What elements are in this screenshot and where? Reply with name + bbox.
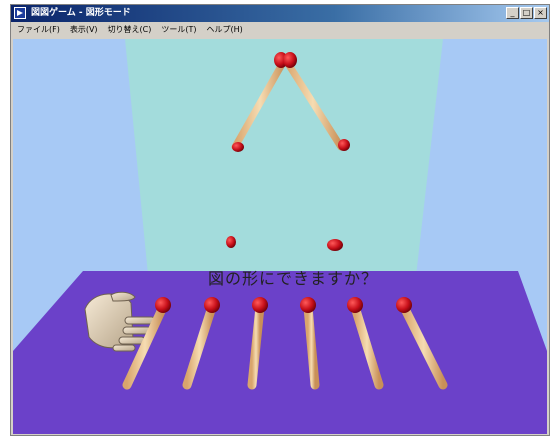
menu-help[interactable]: ヘルプ(H): [207, 22, 243, 38]
close-button[interactable]: ×: [534, 7, 547, 19]
match-head: [396, 297, 412, 313]
match-head: [204, 297, 220, 313]
title-bar[interactable]: 図図ゲーム - 図形モード _ □ ×: [11, 5, 549, 22]
match-head: [347, 297, 363, 313]
match-head: [300, 297, 316, 313]
minimize-button[interactable]: _: [506, 7, 519, 19]
match-head: [155, 297, 171, 313]
window-title: 図図ゲーム - 図形モード: [31, 8, 131, 18]
menu-view[interactable]: 表示(V): [70, 22, 98, 38]
question-text: 図の形にできますか？: [207, 269, 378, 288]
maximize-button[interactable]: □: [520, 7, 533, 19]
floor: [13, 271, 547, 434]
house-match-head: [232, 142, 244, 152]
menu-file[interactable]: ファイル(F): [17, 22, 60, 38]
house-match-head: [283, 52, 297, 68]
game-viewport[interactable]: 図の形にできますか？: [13, 39, 547, 434]
menu-switch[interactable]: 切り替え(C): [108, 22, 152, 38]
puzzle-panel: [125, 39, 443, 285]
scene-canvas[interactable]: [13, 39, 547, 434]
app-icon[interactable]: [14, 7, 26, 19]
menu-tools[interactable]: ツール(T): [161, 22, 196, 38]
house-match-head: [226, 236, 236, 248]
house-match-head: [327, 239, 343, 251]
house-match-head: [338, 139, 350, 151]
app-window: 図図ゲーム - 図形モード _ □ × ファイル(F) 表示(V) 切り替え(C…: [10, 4, 550, 436]
menu-bar: ファイル(F) 表示(V) 切り替え(C) ツール(T) ヘルプ(H): [11, 22, 549, 38]
match-head: [252, 297, 268, 313]
window-controls: _ □ ×: [506, 7, 547, 19]
